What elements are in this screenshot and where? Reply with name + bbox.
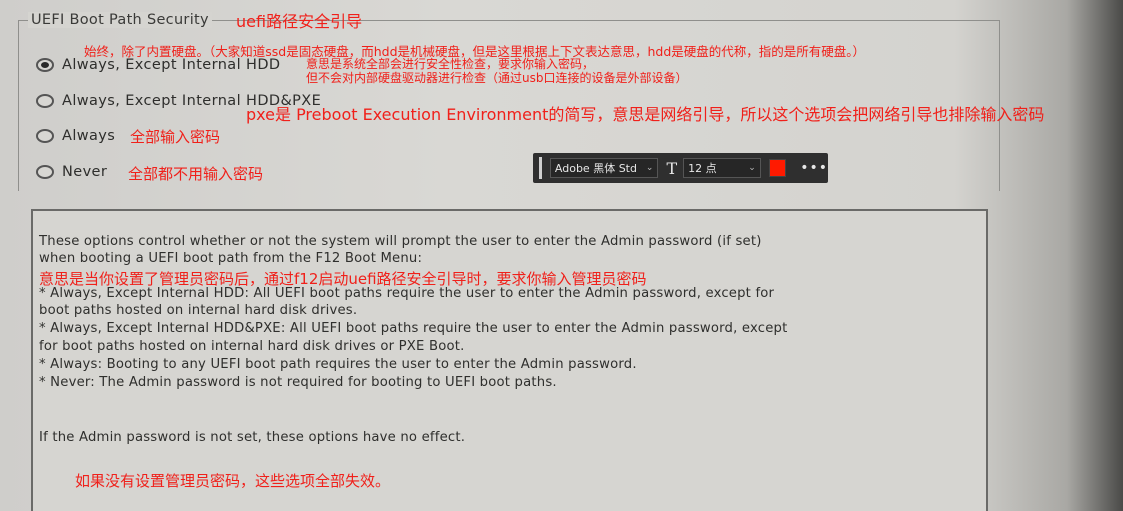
option-always-except-hdd[interactable]: Always, Except Internal HDD [36,57,280,73]
bios-screen: UEFI Boot Path Security uefi路径安全引导 始终，除了… [0,0,1123,511]
help-line: for boot paths hosted on internal hard d… [39,339,465,354]
option-never[interactable]: Never [36,164,107,180]
help-line: when booting a UEFI boot path from the F… [39,251,423,266]
help-line: * Always, Except Internal HDD: All UEFI … [39,286,775,301]
font-family-select[interactable]: Adobe 黑体 Std ⌄ [549,158,659,178]
annotation-never: 全部都不用输入密码 [128,165,264,183]
radio-button[interactable] [36,165,54,179]
help-line: * Always: Booting to any UEFI boot path … [39,357,637,372]
help-line: These options control whether or not the… [39,234,762,249]
annotation-bottom: 如果没有设置管理员密码，这些选项全部失效。 [75,472,391,490]
group-title: UEFI Boot Path Security [28,12,212,28]
help-line: * Never: The Admin password is not requi… [39,375,557,390]
help-line: If the Admin password is not set, these … [39,430,466,445]
toolbar-grip[interactable] [539,157,542,179]
font-size-value: 12 点 [688,162,717,175]
annotation-pxe: pxe是 Preboot Execution Environment的简写，意思… [246,105,1045,124]
color-swatch[interactable] [768,159,787,177]
chevron-down-icon: ⌄ [645,163,654,173]
chevron-down-icon: ⌄ [748,163,756,173]
radio-button[interactable] [36,129,54,143]
option-label: Always, Except Internal HDD [62,57,281,73]
help-line: * Always, Except Internal HDD&PXE: All U… [39,321,788,336]
annotation-always: 全部输入密码 [130,128,221,146]
title-annotation: uefi路径安全引导 [236,12,363,31]
option-always[interactable]: Always [36,128,115,144]
font-family-value: Adobe 黑体 Std [554,162,637,175]
option-label: Always [62,128,116,144]
annotation-hdd-3: 但不会对内部硬盘驱动器进行检查（通过usb口连接的设备是外部设备） [306,71,688,85]
text-toolbar: Adobe 黑体 Std ⌄ T 12 点 ⌄ ••• [533,153,828,183]
help-line: boot paths hosted on internal hard disk … [39,303,358,318]
font-size-select[interactable]: 12 点 ⌄ [683,158,761,178]
font-size-icon: T [666,158,678,178]
radio-button[interactable] [36,94,54,108]
option-label: Never [62,164,108,180]
radio-button[interactable] [36,58,54,72]
more-icon[interactable]: ••• [800,160,828,176]
